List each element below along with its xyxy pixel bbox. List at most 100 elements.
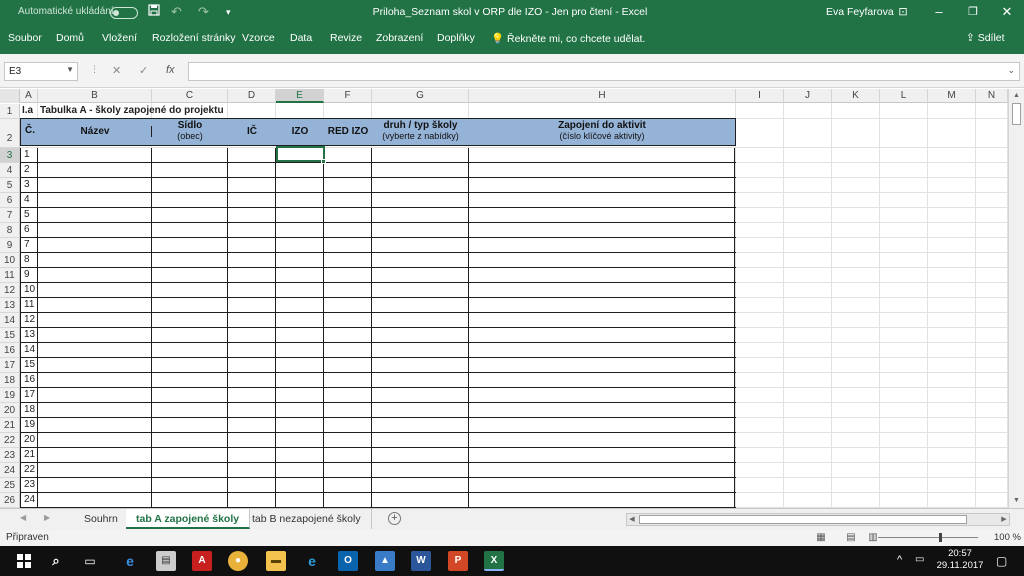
ribbon-tab-rozlozeni-stranky[interactable]: Rozložení stránky <box>152 32 235 44</box>
row-header-19[interactable]: 19 <box>0 388 20 403</box>
ribbon-tab-zobrazeni[interactable]: Zobrazení <box>376 32 423 44</box>
file-explorer-icon[interactable]: ▬ <box>266 551 286 571</box>
row-header-17[interactable]: 17 <box>0 358 20 373</box>
tell-me-box[interactable]: 💡 Řekněte mi, co chcete udělat. <box>491 32 645 45</box>
worksheet-grid[interactable]: ABCDEFGHIJKLMN 1 2 3 4 5 6 7 8 9 10 11 12 13 14 15 16 17… <box>0 89 1008 508</box>
tab-souhrn[interactable]: Souhrn <box>74 509 129 529</box>
zoom-slider-knob[interactable] <box>939 533 942 542</box>
row-header-24[interactable]: 24 <box>0 463 20 478</box>
header-red-izo[interactable]: RED IZO <box>324 126 372 137</box>
zoom-level[interactable]: 100 % <box>994 532 1021 543</box>
header-ic[interactable]: IČ <box>228 126 276 137</box>
column-header-f[interactable]: F <box>324 89 372 103</box>
table-row-number[interactable]: 3 <box>24 179 30 190</box>
redo-icon[interactable]: ↷ <box>198 4 209 20</box>
table-row-number[interactable]: 18 <box>24 404 35 415</box>
header-cislo[interactable]: Č. <box>21 125 39 145</box>
ribbon-tab-soubor[interactable]: Soubor <box>8 32 42 44</box>
row-header-16[interactable]: 16 <box>0 343 20 358</box>
table-row-number[interactable]: 6 <box>24 224 30 235</box>
customize-quick-access-icon[interactable]: ▾ <box>226 4 231 20</box>
table-row-number[interactable]: 14 <box>24 344 35 355</box>
header-druh[interactable]: druh / typ školy (vyberte z nabídky) <box>372 120 469 141</box>
table-row-number[interactable]: 5 <box>24 209 30 220</box>
normal-view-icon[interactable]: ▦ <box>814 532 828 543</box>
vertical-scrollbar[interactable]: ▲ ▼ <box>1008 89 1024 508</box>
row-header-6[interactable]: 6 <box>0 193 20 208</box>
horizontal-scroll-thumb[interactable] <box>639 515 967 524</box>
table-row-number[interactable]: 8 <box>24 254 30 265</box>
cell-b1[interactable]: Tabulka A - školy zapojené do projektu <box>40 105 224 116</box>
table-row-number[interactable]: 19 <box>24 419 35 430</box>
table-row-number[interactable]: 7 <box>24 239 30 250</box>
column-header-d[interactable]: D <box>228 89 276 103</box>
word-icon[interactable]: W <box>411 551 431 571</box>
ie-icon[interactable]: e <box>302 551 322 571</box>
row-header-13[interactable]: 13 <box>0 298 20 313</box>
chrome-icon[interactable]: ● <box>228 551 248 571</box>
row-header-1[interactable]: 1 <box>0 104 20 119</box>
ribbon-tab-vlozeni[interactable]: Vložení <box>102 32 137 44</box>
table-row-number[interactable]: 15 <box>24 359 35 370</box>
row-header-5[interactable]: 5 <box>0 178 20 193</box>
powerpoint-icon[interactable]: P <box>448 551 468 571</box>
ribbon-tab-vzorce[interactable]: Vzorce <box>242 32 275 44</box>
search-icon[interactable]: ⌕ <box>46 551 66 571</box>
save-icon[interactable] <box>148 4 160 20</box>
edge-icon[interactable]: e <box>120 551 140 571</box>
row-header-8[interactable]: 8 <box>0 223 20 238</box>
ribbon-tab-revize[interactable]: Revize <box>330 32 362 44</box>
restore-icon[interactable]: ❐ <box>958 3 988 23</box>
column-header-n[interactable]: N <box>976 89 1008 103</box>
row-header-2[interactable]: 2 <box>0 119 20 148</box>
scroll-right-icon[interactable]: ▶ <box>999 514 1009 525</box>
ribbon-tab-doplnky[interactable]: Doplňky <box>437 32 475 44</box>
expand-formula-bar-icon[interactable]: ⌄ <box>1007 65 1015 76</box>
zoom-slider[interactable] <box>878 537 978 538</box>
scroll-up-icon[interactable]: ▲ <box>1009 89 1024 103</box>
chevron-down-icon[interactable]: ▼ <box>66 65 74 74</box>
column-header-a[interactable]: A <box>20 89 38 103</box>
row-header-4[interactable]: 4 <box>0 163 20 178</box>
column-header-i[interactable]: I <box>736 89 784 103</box>
vertical-scroll-thumb[interactable] <box>1012 103 1021 125</box>
table-row-number[interactable]: 21 <box>24 449 35 460</box>
cancel-icon[interactable]: ✕ <box>112 64 121 77</box>
name-box[interactable]: E3 ▼ <box>4 62 78 81</box>
enter-icon[interactable]: ✓ <box>139 64 148 77</box>
row-header-25[interactable]: 25 <box>0 478 20 493</box>
table-row-number[interactable]: 20 <box>24 434 35 445</box>
table-row-number[interactable]: 4 <box>24 194 30 205</box>
header-izo[interactable]: IZO <box>276 126 324 137</box>
row-header-15[interactable]: 15 <box>0 328 20 343</box>
add-sheet-icon[interactable]: + <box>388 512 401 525</box>
select-all-corner[interactable] <box>0 89 20 103</box>
table-row-number[interactable]: 9 <box>24 269 30 280</box>
column-header-j[interactable]: J <box>784 89 832 103</box>
formula-input[interactable]: ⌄ <box>188 62 1020 81</box>
row-header-26[interactable]: 26 <box>0 493 20 508</box>
tab-scroll-right-icon[interactable]: ▶ <box>44 513 50 522</box>
horizontal-scrollbar[interactable]: ◀ ▶ <box>626 513 1010 526</box>
table-row-number[interactable]: 24 <box>24 494 35 505</box>
autosave-toggle[interactable] <box>110 7 138 19</box>
outlook-icon[interactable]: O <box>338 551 358 571</box>
column-header-l[interactable]: L <box>880 89 928 103</box>
column-header-e[interactable]: E <box>276 89 324 103</box>
table-row-number[interactable]: 12 <box>24 314 35 325</box>
share-button[interactable]: ⇪ Sdílet <box>966 32 1007 44</box>
excel-icon[interactable]: X <box>484 551 504 571</box>
row-header-12[interactable]: 12 <box>0 283 20 298</box>
table-row-number[interactable]: 2 <box>24 164 30 175</box>
fill-handle[interactable] <box>321 159 326 164</box>
row-header-22[interactable]: 22 <box>0 433 20 448</box>
table-row-number[interactable]: 13 <box>24 329 35 340</box>
table-row-number[interactable]: 11 <box>24 299 34 310</box>
ribbon-tab-domu[interactable]: Domů <box>56 32 84 44</box>
uploader-icon[interactable]: ▲ <box>375 551 395 571</box>
table-row-number[interactable]: 17 <box>24 389 35 400</box>
table-row-number[interactable]: 23 <box>24 479 35 490</box>
header-sidlo[interactable]: Sídlo (obec) <box>152 120 228 141</box>
scroll-down-icon[interactable]: ▼ <box>1009 494 1024 508</box>
page-layout-view-icon[interactable]: ▤ <box>844 532 858 543</box>
